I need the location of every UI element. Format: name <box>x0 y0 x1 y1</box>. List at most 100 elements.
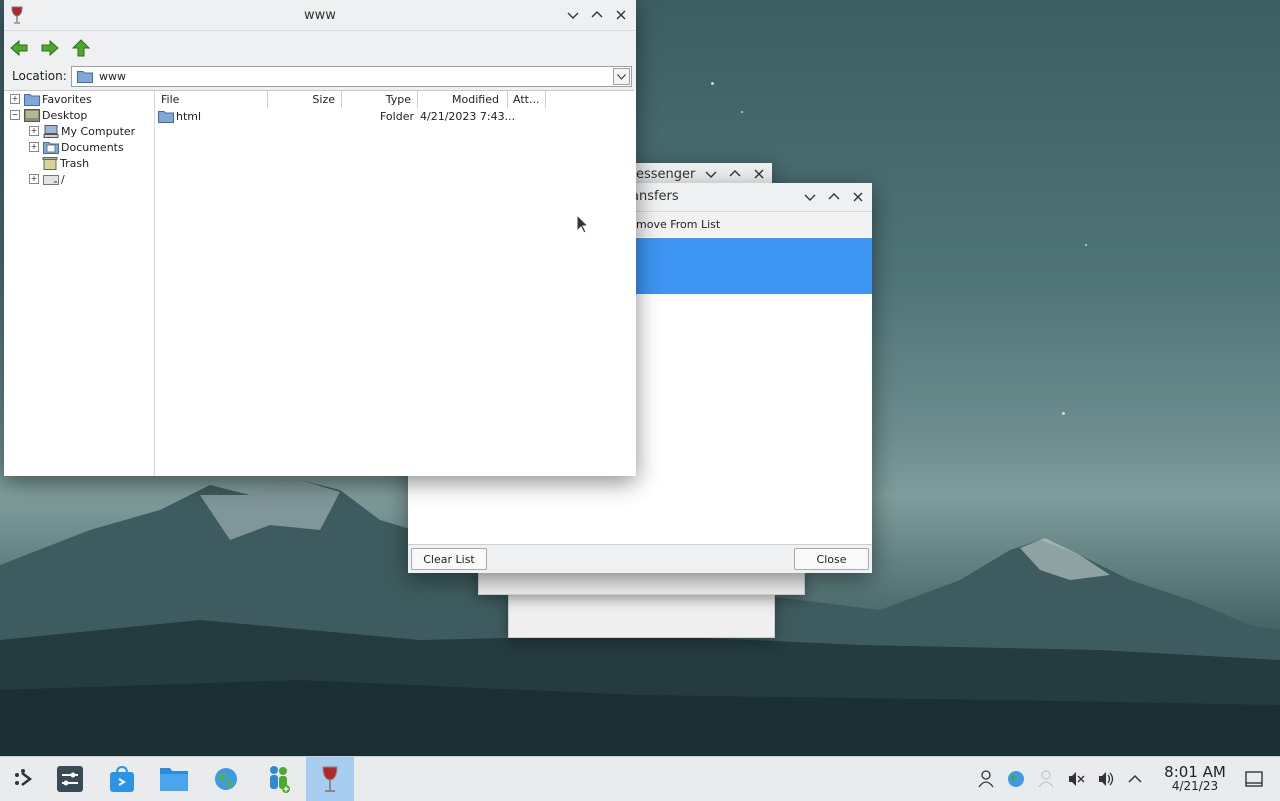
forward-arrow-icon[interactable] <box>40 38 60 58</box>
expand-icon[interactable]: + <box>29 174 39 184</box>
minimize-button[interactable] <box>801 188 819 206</box>
messenger-window[interactable]: essenger <box>634 163 772 185</box>
tree-item-root[interactable]: + / <box>29 171 65 187</box>
close-icon <box>853 192 863 202</box>
wine-glass-icon <box>10 6 24 28</box>
background-window[interactable] <box>508 592 775 638</box>
star <box>741 111 743 113</box>
header-label: Size <box>312 93 335 106</box>
expand-tray-icon[interactable] <box>1125 769 1145 789</box>
column-header-attributes[interactable]: Att... <box>508 91 546 108</box>
maximize-button[interactable] <box>825 188 843 206</box>
application-launcher-icon[interactable] <box>0 757 48 801</box>
column-header-modified[interactable]: Modified <box>418 91 508 108</box>
network-globe-icon[interactable] <box>1006 769 1026 789</box>
folder-icon <box>158 111 174 123</box>
desktop-icon <box>24 108 40 122</box>
tree-item-desktop[interactable]: − Desktop <box>10 107 87 123</box>
tree-label: Trash <box>60 156 90 170</box>
tree-label: Desktop <box>42 108 88 122</box>
toolbar <box>4 31 636 63</box>
maximize-button[interactable] <box>588 6 606 24</box>
file-list: File Size Type Modified Att... html Fold… <box>155 90 634 476</box>
clock[interactable]: 8:01 AM 4/21/23 <box>1150 763 1240 793</box>
close-icon <box>616 10 626 20</box>
folder-icon <box>24 93 40 106</box>
minimize-button[interactable] <box>702 165 720 183</box>
button-bar: Clear List Close <box>408 544 872 573</box>
computer-icon <box>43 124 59 138</box>
web-browser-icon[interactable] <box>202 757 250 801</box>
remove-from-list-menu-item[interactable]: move From List <box>636 218 720 231</box>
location-value: www <box>99 70 126 83</box>
expand-icon[interactable]: + <box>10 94 20 104</box>
tree-label: Documents <box>61 140 124 154</box>
file-manager-icon[interactable] <box>150 757 198 801</box>
maximize-button[interactable] <box>726 165 744 183</box>
chevron-up-icon <box>828 193 840 200</box>
collapse-icon[interactable]: − <box>10 110 20 120</box>
chevron-down-icon <box>567 12 579 19</box>
up-arrow-icon[interactable] <box>71 38 91 58</box>
folder-tree: + Favorites − Desktop + My Computer + Do… <box>4 90 155 476</box>
star <box>1062 412 1065 415</box>
star <box>711 82 714 85</box>
close-button[interactable] <box>849 188 867 206</box>
close-icon <box>754 169 764 179</box>
header-label: Att... <box>513 93 540 106</box>
user-icon[interactable] <box>976 769 996 789</box>
file-manager-window[interactable]: www Location: www + Favorites − Desktop … <box>4 0 636 476</box>
column-header-type[interactable]: Type <box>342 91 418 108</box>
location-combobox[interactable]: www <box>71 66 632 87</box>
title-bar: www <box>4 0 636 31</box>
close-button[interactable] <box>750 165 768 183</box>
tree-item-my-computer[interactable]: + My Computer <box>29 123 135 139</box>
selected-transfer-row[interactable] <box>636 238 872 294</box>
discover-store-icon[interactable] <box>98 757 146 801</box>
expand-icon[interactable]: + <box>29 142 39 152</box>
chevron-down-icon[interactable] <box>613 68 630 85</box>
clock-date: 4/21/23 <box>1171 779 1219 793</box>
drive-icon <box>43 174 59 185</box>
window-title: www <box>304 7 336 23</box>
window-title: ansfers <box>631 189 679 204</box>
chevron-up-icon <box>729 170 741 177</box>
header-label: Type <box>385 93 411 106</box>
mute-icon[interactable] <box>1066 769 1086 789</box>
volume-icon[interactable] <box>1096 769 1116 789</box>
tree-item-trash[interactable]: Trash <box>42 155 89 171</box>
wine-icon[interactable] <box>306 757 354 801</box>
folder-icon <box>77 71 93 83</box>
messenger-icon[interactable] <box>254 757 302 801</box>
file-name-cell: html <box>158 110 201 123</box>
header-label: Modified <box>452 93 499 106</box>
show-desktop-icon[interactable] <box>1244 769 1264 789</box>
tree-label: Favorites <box>42 92 92 106</box>
system-settings-icon[interactable] <box>46 757 94 801</box>
column-header-size[interactable]: Size <box>268 91 342 108</box>
mouse-pointer-icon <box>576 214 590 234</box>
tree-label: My Computer <box>61 124 136 138</box>
chevron-down-icon <box>705 171 717 178</box>
chevron-up-icon <box>591 11 603 18</box>
close-button[interactable] <box>612 6 630 24</box>
chevron-down-icon <box>804 194 816 201</box>
tree-item-favorites[interactable]: + Favorites <box>10 91 92 107</box>
window-title: essenger <box>636 167 696 182</box>
minimize-button[interactable] <box>564 6 582 24</box>
expand-icon[interactable]: + <box>29 126 39 136</box>
location-bar: Location: www <box>4 63 636 90</box>
file-modified: 4/21/2023 7:43... <box>420 110 516 123</box>
back-arrow-icon[interactable] <box>9 38 29 58</box>
tree-item-documents[interactable]: + Documents <box>29 139 124 155</box>
documents-icon <box>43 141 59 154</box>
taskbar: 8:01 AM 4/21/23 <box>0 756 1280 801</box>
table-row[interactable]: html Folder 4/21/2023 7:43... <box>155 109 634 125</box>
header-label: File <box>161 93 180 106</box>
file-type: Folder <box>380 110 414 123</box>
close-dialog-button[interactable]: Close <box>794 548 869 570</box>
file-name: html <box>176 110 202 123</box>
clear-list-button[interactable]: Clear List <box>411 548 487 570</box>
people-icon[interactable] <box>1036 769 1056 789</box>
column-header-file[interactable]: File <box>155 91 268 108</box>
